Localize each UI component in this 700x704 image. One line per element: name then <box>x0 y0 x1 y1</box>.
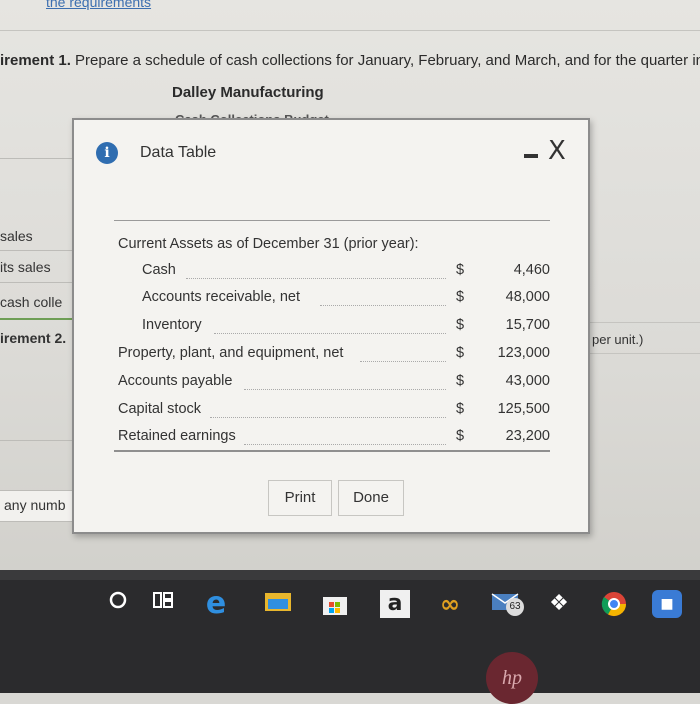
leader-dots <box>360 355 446 362</box>
close-button[interactable]: X <box>548 136 566 166</box>
table-row: Accounts payable $ 43,000 <box>74 373 588 399</box>
table-row: Property, plant, and equipment, net $ 12… <box>74 345 588 371</box>
currency-symbol: $ <box>456 428 465 444</box>
data-table-dialog: i Data Table X Current Assets as of Dece… <box>72 118 590 534</box>
done-button[interactable]: Done <box>338 480 404 516</box>
cortana-icon[interactable] <box>104 590 132 618</box>
print-button[interactable]: Print <box>268 480 332 516</box>
amazon-icon[interactable]: a <box>380 590 410 618</box>
currency-symbol: $ <box>456 345 465 361</box>
leader-dots <box>186 272 446 279</box>
currency-symbol: $ <box>456 317 465 333</box>
side-label-sales: sales <box>0 228 33 244</box>
mail-badge: 63 <box>506 598 524 616</box>
table-row: Accounts receivable, net $ 48,000 <box>74 289 588 315</box>
leader-dots <box>214 327 446 334</box>
row-label: Accounts receivable, net <box>142 289 300 305</box>
table-row: Inventory $ 15,700 <box>74 317 588 343</box>
row-label: Property, plant, and equipment, net <box>118 345 344 361</box>
table-heading: Current Assets as of December 31 (prior … <box>118 236 419 252</box>
store-icon[interactable] <box>318 590 352 618</box>
leader-dots <box>244 438 446 445</box>
row-value: 43,000 <box>505 373 550 389</box>
currency-symbol: $ <box>456 289 465 305</box>
currency-symbol: $ <box>456 373 465 389</box>
leader-dots <box>210 411 446 418</box>
divider <box>114 450 550 452</box>
divider <box>0 30 700 31</box>
dialog-title: Data Table <box>140 144 217 161</box>
row-label: Cash <box>142 262 176 278</box>
task-view-icon[interactable] <box>148 590 178 618</box>
row-value: 123,000 <box>497 345 550 361</box>
camera-app-icon[interactable]: ■ <box>652 590 682 618</box>
requirement-1-text: irement 1. Prepare a schedule of cash co… <box>0 52 700 69</box>
row-label: Inventory <box>142 317 202 333</box>
divider <box>0 440 72 441</box>
row-value: 125,500 <box>497 401 550 417</box>
company-name: Dalley Manufacturing <box>172 84 324 101</box>
taskbar: e a ∞ 63 ❖ ■ <box>0 570 700 693</box>
side-label-cash-collections: cash colle <box>0 294 63 310</box>
table-row: Cash $ 4,460 <box>74 262 588 288</box>
side-label-requirement-2: irement 2. <box>0 330 67 346</box>
taskbar-edge <box>0 570 700 580</box>
row-label: Retained earnings <box>118 428 236 444</box>
infinity-app-icon[interactable]: ∞ <box>432 590 468 618</box>
right-note: per unit.) <box>592 332 644 347</box>
divider <box>0 250 72 251</box>
currency-symbol: $ <box>456 401 465 417</box>
divider <box>0 318 72 320</box>
divider <box>114 220 550 221</box>
row-value: 48,000 <box>505 289 550 305</box>
row-value: 4,460 <box>513 262 550 278</box>
side-label-any-number: any numb <box>4 497 66 513</box>
table-row: Capital stock $ 125,500 <box>74 401 588 427</box>
dropbox-icon[interactable]: ❖ <box>544 590 574 618</box>
edge-browser-icon[interactable]: e <box>200 589 232 619</box>
row-label: Capital stock <box>118 401 202 417</box>
leader-dots <box>320 299 446 306</box>
info-icon: i <box>96 142 118 164</box>
chrome-icon[interactable] <box>598 590 630 618</box>
leader-dots <box>244 383 446 390</box>
side-label-credit-sales: its sales <box>0 259 51 275</box>
divider <box>0 282 72 283</box>
currency-symbol: $ <box>456 262 465 278</box>
divider <box>0 158 72 159</box>
dialog-header: i Data Table X <box>74 120 588 186</box>
row-value: 15,700 <box>505 317 550 333</box>
minimize-button[interactable] <box>524 154 538 158</box>
requirements-link[interactable]: the requirements <box>46 0 151 10</box>
file-explorer-icon[interactable] <box>262 590 294 618</box>
row-label: Accounts payable <box>118 373 233 389</box>
hp-logo: hp <box>486 652 538 704</box>
row-value: 23,200 <box>505 428 550 444</box>
